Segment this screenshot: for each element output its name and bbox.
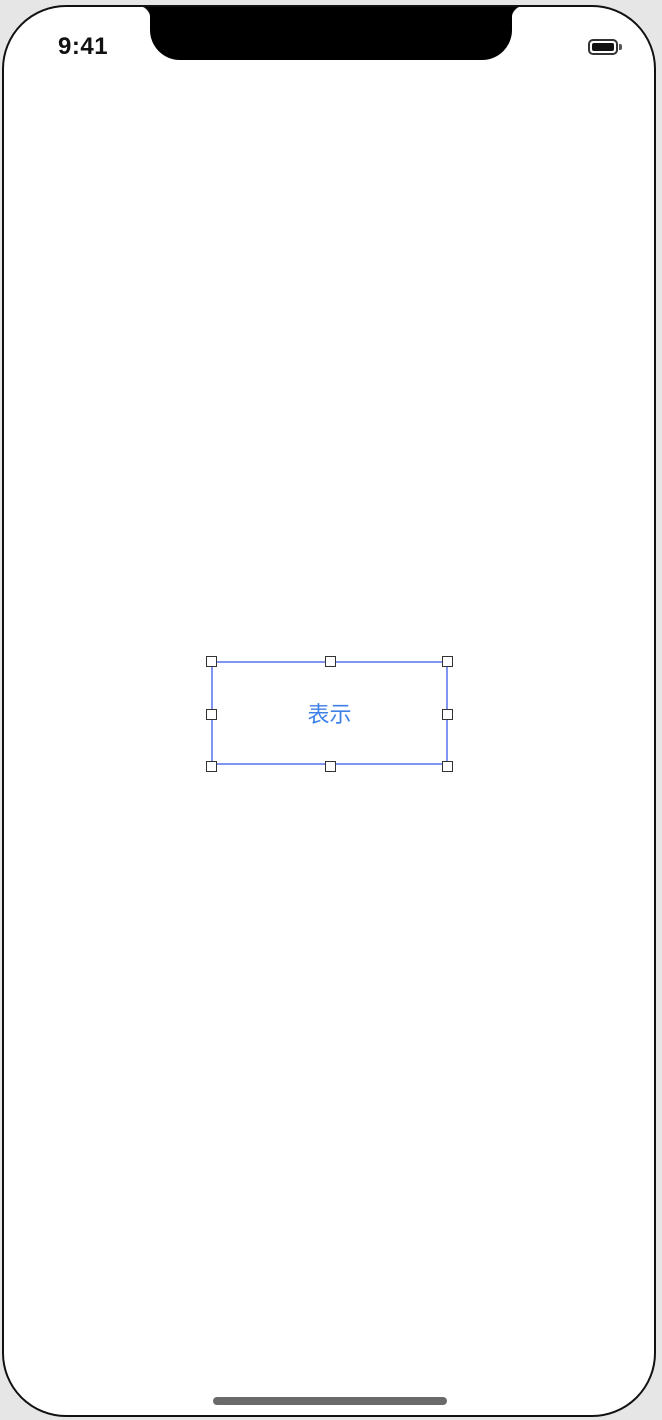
show-button[interactable]: 表示 [213,663,446,763]
resize-handle-bottom-right[interactable] [442,761,453,772]
home-indicator[interactable] [213,1397,447,1405]
resize-handle-middle-right[interactable] [442,709,453,720]
status-time: 9:41 [58,33,109,60]
device-screen: 9:41 表示 [2,5,656,1417]
device-notch [137,7,525,60]
resize-handle-bottom-left[interactable] [206,761,217,772]
resize-handle-top-center[interactable] [325,656,336,667]
resize-handle-top-left[interactable] [206,656,217,667]
resize-handle-middle-left[interactable] [206,709,217,720]
resize-handle-bottom-center[interactable] [325,761,336,772]
resize-handle-top-right[interactable] [442,656,453,667]
selected-button-frame[interactable]: 表示 [206,656,453,772]
battery-icon [588,39,622,55]
